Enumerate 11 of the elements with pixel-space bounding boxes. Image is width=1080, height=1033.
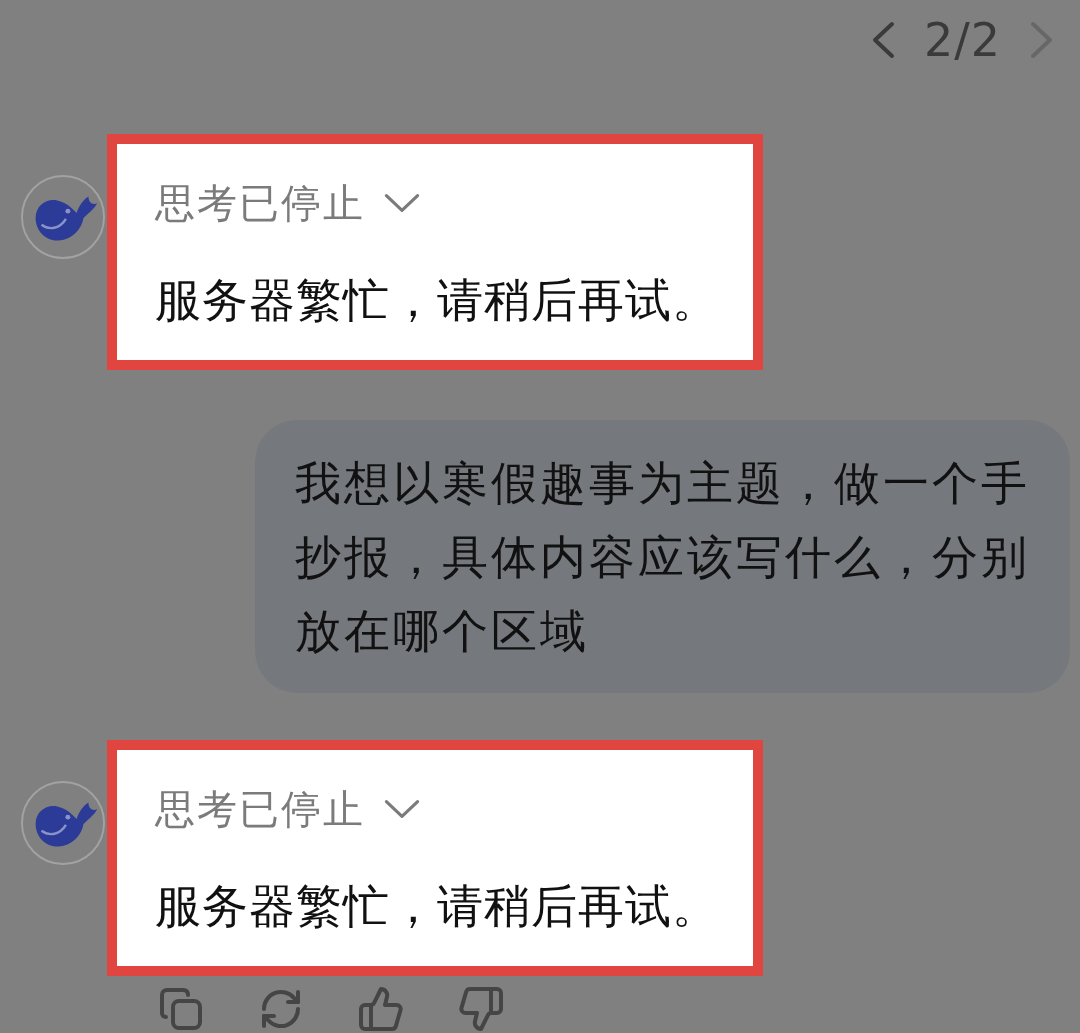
thumbs-down-icon[interactable] bbox=[457, 985, 505, 1033]
whale-icon bbox=[20, 780, 106, 866]
user-message: 我想以寒假趣事为主题，做一个手抄报，具体内容应该写什么，分别放在哪个区域 bbox=[255, 420, 1070, 693]
thinking-toggle[interactable]: 思考已停止 bbox=[155, 178, 421, 228]
copy-icon[interactable] bbox=[157, 985, 205, 1033]
thinking-toggle[interactable]: 思考已停止 bbox=[155, 784, 421, 834]
thumbs-up-icon[interactable] bbox=[357, 985, 405, 1033]
message-text: 服务器繁忙，请稍后再试。 bbox=[155, 272, 719, 329]
whale-icon bbox=[20, 174, 106, 260]
page-counter: 2/2 bbox=[923, 12, 1001, 68]
message-text: 服务器繁忙，请稍后再试。 bbox=[155, 878, 719, 935]
